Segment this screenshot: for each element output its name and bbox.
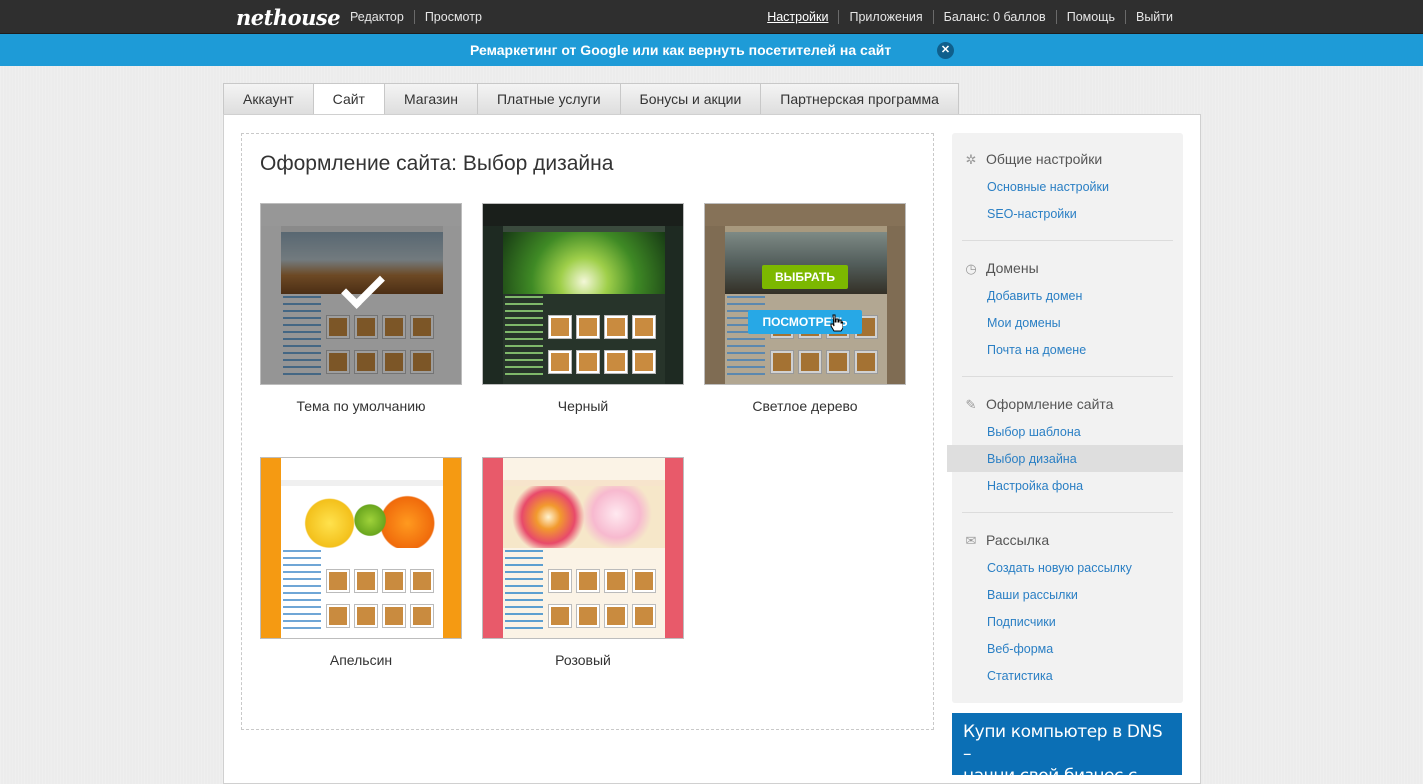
thumb-sidebar	[505, 550, 543, 630]
top-nav-right: Настройки Приложения Баланс: 0 баллов По…	[757, 10, 1183, 24]
thumb-header	[503, 458, 665, 480]
ad-line-2: начни свой бизнес с Intel®!	[963, 765, 1171, 775]
thumb-products	[327, 570, 437, 634]
gear-icon: ✲	[965, 152, 977, 167]
nav-logout-link[interactable]: Выйти	[1126, 10, 1183, 24]
tab-bonuses[interactable]: Бонусы и акции	[619, 83, 761, 115]
tab-paid-services[interactable]: Платные услуги	[476, 83, 620, 115]
theme-name: Светлое дерево	[752, 398, 858, 414]
thumb-header	[483, 204, 683, 226]
nav-editor-link[interactable]: Редактор	[340, 10, 415, 24]
theme-card-pink[interactable]: Розовый	[482, 457, 684, 668]
theme-name: Апельсин	[329, 652, 393, 668]
hover-overlay	[705, 204, 905, 384]
tab-shop[interactable]: Магазин	[383, 83, 477, 115]
thumb-banner	[503, 232, 665, 294]
sidebar-item-add-domain[interactable]: Добавить домен	[987, 289, 1082, 303]
sidebar-item-main-settings[interactable]: Основные настройки	[987, 180, 1109, 194]
choose-theme-button[interactable]: ВЫБРАТЬ	[762, 265, 848, 289]
nav-preview-link[interactable]: Просмотр	[415, 10, 492, 24]
tab-partner-program[interactable]: Партнерская программа	[760, 83, 959, 115]
nav-balance-link[interactable]: Баланс: 0 баллов	[934, 10, 1057, 24]
ad-line-1: Купи компьютер в DNS –	[963, 722, 1163, 764]
sidebar-item-your-mailings[interactable]: Ваши рассылки	[987, 588, 1078, 602]
thumb-header	[281, 458, 443, 480]
close-icon[interactable]: ✕	[937, 42, 954, 59]
theme-thumbnail[interactable]	[482, 457, 684, 639]
top-bar: nethouse Редактор Просмотр Настройки При…	[0, 0, 1423, 34]
theme-name: Розовый	[555, 652, 611, 668]
thumb-banner	[281, 486, 443, 548]
thumb-products	[549, 570, 659, 634]
nav-apps-link[interactable]: Приложения	[839, 10, 934, 24]
hand-cursor-icon	[830, 314, 843, 332]
sidebar-item-web-form[interactable]: Веб-форма	[987, 642, 1053, 656]
thumb-sidebar	[505, 296, 543, 376]
ad-line-2-text: начни свой бизнес с Intel	[963, 766, 1137, 775]
top-nav-left: Редактор Просмотр	[340, 10, 492, 24]
settings-sidebar: ✲ Общие настройки Основные настройки SEO…	[947, 133, 1183, 703]
sidebar-group-title: Домены	[986, 260, 1039, 276]
sidebar-divider	[962, 512, 1173, 513]
settings-tabs: Аккаунт Сайт Магазин Платные услуги Бону…	[223, 83, 959, 115]
sidebar-group-title: Оформление сайта	[986, 396, 1114, 412]
promo-banner: Ремаркетинг от Google или как вернуть по…	[0, 34, 1423, 66]
sidebar-item-subscribers[interactable]: Подписчики	[987, 615, 1056, 629]
theme-card-default[interactable]: Тема по умолчанию	[260, 203, 462, 414]
thumb-banner	[503, 486, 665, 548]
sidebar-item-seo-settings[interactable]: SEO-настройки	[987, 207, 1077, 221]
theme-card-light-wood[interactable]: ВЫБРАТЬ ПОСМОТРЕТЬ Светлое дерево	[704, 203, 906, 414]
nav-settings-link[interactable]: Настройки	[757, 10, 840, 24]
theme-thumbnail[interactable]: ВЫБРАТЬ ПОСМОТРЕТЬ	[704, 203, 906, 385]
sidebar-group-title: Общие настройки	[986, 151, 1103, 167]
sidebar-divider	[962, 240, 1173, 241]
pencil-icon: ✎	[965, 397, 977, 412]
thumb-products	[549, 316, 659, 380]
sidebar-group-title: Рассылка	[986, 532, 1050, 548]
preview-theme-button[interactable]: ПОСМОТРЕТЬ	[748, 310, 862, 334]
sidebar-item-my-domains[interactable]: Мои домены	[987, 316, 1061, 330]
sidebar-item-domain-mail[interactable]: Почта на домене	[987, 343, 1086, 357]
theme-card-black[interactable]: Черный	[482, 203, 684, 414]
theme-thumbnail[interactable]	[260, 203, 462, 385]
dns-intel-ad[interactable]: Купи компьютер в DNS – начни свой бизнес…	[952, 713, 1182, 775]
envelope-icon: ✉	[965, 533, 977, 548]
thumb-sidebar	[283, 550, 321, 630]
nav-help-link[interactable]: Помощь	[1057, 10, 1126, 24]
tab-account[interactable]: Аккаунт	[223, 83, 313, 115]
tab-site[interactable]: Сайт	[312, 83, 384, 115]
page-title: Оформление сайта: Выбор дизайна	[260, 152, 614, 175]
sidebar-item-template[interactable]: Выбор шаблона	[987, 425, 1081, 439]
sidebar-divider	[962, 376, 1173, 377]
theme-card-orange[interactable]: Апельсин	[260, 457, 462, 668]
theme-thumbnail[interactable]	[260, 457, 462, 639]
sidebar-item-background[interactable]: Настройка фона	[987, 479, 1083, 493]
sidebar-item-design[interactable]: Выбор дизайна	[987, 452, 1077, 466]
promo-text[interactable]: Ремаркетинг от Google или как вернуть по…	[470, 42, 891, 58]
theme-name: Черный	[557, 398, 609, 414]
sidebar-item-new-mailing[interactable]: Создать новую рассылку	[987, 561, 1132, 575]
clock-icon: ◷	[965, 261, 977, 276]
theme-thumbnail[interactable]	[482, 203, 684, 385]
nethouse-logo[interactable]: nethouse	[236, 5, 341, 30]
sidebar-item-statistics[interactable]: Статистика	[987, 669, 1053, 683]
theme-name: Тема по умолчанию	[296, 398, 426, 414]
